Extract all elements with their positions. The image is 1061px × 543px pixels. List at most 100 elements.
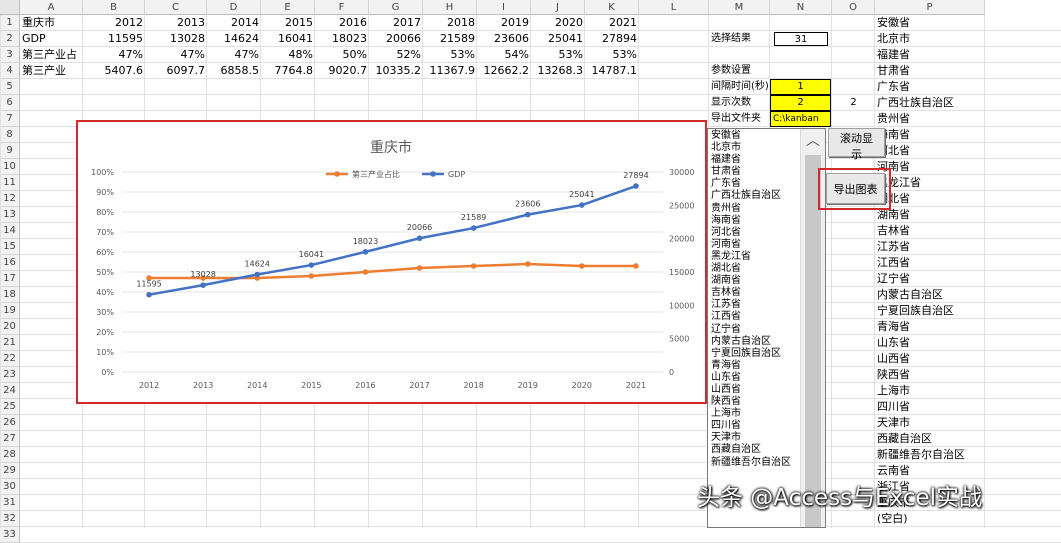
listbox-item[interactable]: 宁夏回族自治区 [711, 348, 805, 360]
province-cell[interactable]: 吉林省 [875, 223, 985, 239]
data-cell[interactable]: 52% [369, 47, 423, 63]
column-header-m[interactable]: M [709, 0, 770, 15]
row-header-4[interactable]: 4 [0, 63, 20, 79]
listbox-item[interactable]: 山西省 [711, 384, 805, 396]
row-header-31[interactable]: 31 [0, 495, 20, 511]
column-header-n[interactable]: N [770, 0, 832, 15]
year-header-cell[interactable]: 2020 [531, 15, 585, 31]
province-cell[interactable]: 山西省 [875, 351, 985, 367]
listbox-item[interactable]: 青海省 [711, 360, 805, 372]
data-cell[interactable]: 12662.2 [477, 63, 531, 79]
row-header-13[interactable]: 13 [0, 207, 20, 223]
row-header-20[interactable]: 20 [0, 319, 20, 335]
province-cell[interactable]: 辽宁省 [875, 271, 985, 287]
data-cell[interactable]: 20066 [369, 31, 423, 47]
year-header-cell[interactable]: 2019 [477, 15, 531, 31]
province-cell[interactable]: 云南省 [875, 463, 985, 479]
interval-value-cell[interactable]: 1 [770, 79, 831, 95]
data-cell[interactable]: 14787.1 [585, 63, 639, 79]
year-header-cell[interactable]: 2012 [83, 15, 145, 31]
province-cell[interactable]: 安徽省 [875, 15, 985, 31]
row-header-30[interactable]: 30 [0, 479, 20, 495]
data-cell[interactable]: 47% [207, 47, 261, 63]
column-header-a[interactable]: A [20, 0, 83, 15]
row-header-23[interactable]: 23 [0, 367, 20, 383]
data-cell[interactable]: 13028 [145, 31, 207, 47]
data-cell[interactable]: 47% [83, 47, 145, 63]
province-cell[interactable]: 宁夏回族自治区 [875, 303, 985, 319]
column-header-f[interactable]: F [315, 0, 369, 15]
data-cell[interactable]: 54% [477, 47, 531, 63]
scroll-display-button[interactable]: 滚动显示 [828, 128, 885, 161]
year-header-cell[interactable]: 2014 [207, 15, 261, 31]
data-cell[interactable]: 11367.9 [423, 63, 477, 79]
column-header-b[interactable]: B [83, 0, 145, 15]
data-cell[interactable]: 53% [531, 47, 585, 63]
export-chart-button[interactable]: 导出图表 [826, 173, 885, 204]
listbox-item[interactable]: 广西壮族自治区 [711, 190, 805, 202]
listbox-item[interactable]: 甘肃省 [711, 166, 805, 178]
data-cell[interactable]: 47% [145, 47, 207, 63]
province-cell[interactable]: 广西壮族自治区 [875, 95, 985, 111]
province-cell[interactable]: 西藏自治区 [875, 431, 985, 447]
province-cell[interactable]: 甘肃省 [875, 63, 985, 79]
listbox-item[interactable]: 河南省 [711, 239, 805, 251]
province-cell[interactable]: 北京市 [875, 31, 985, 47]
row-header-15[interactable]: 15 [0, 239, 20, 255]
data-cell[interactable]: 9020.7 [315, 63, 369, 79]
count-value-cell[interactable]: 2 [770, 95, 831, 111]
data-cell[interactable]: 53% [585, 47, 639, 63]
year-header-cell[interactable]: 2016 [315, 15, 369, 31]
data-cell[interactable]: 16041 [261, 31, 315, 47]
data-cell[interactable]: 6097.7 [145, 63, 207, 79]
province-cell[interactable]: 河南省 [875, 159, 985, 175]
listbox-item[interactable]: 福建省 [711, 154, 805, 166]
province-cell[interactable]: 福建省 [875, 47, 985, 63]
row-header-28[interactable]: 28 [0, 447, 20, 463]
listbox-item[interactable]: 辽宁省 [711, 324, 805, 336]
row-header-32[interactable]: 32 [0, 511, 20, 527]
province-cell[interactable]: (空白) [875, 511, 985, 527]
row-header-10[interactable]: 10 [0, 159, 20, 175]
row-header-17[interactable]: 17 [0, 271, 20, 287]
listbox-item[interactable]: 贵州省 [711, 203, 805, 215]
province-cell[interactable]: 江西省 [875, 255, 985, 271]
result-label[interactable]: 选择结果 [709, 31, 770, 47]
folder-label[interactable]: 导出文件夹 [709, 111, 770, 127]
row-header-25[interactable]: 25 [0, 399, 20, 415]
data-cell[interactable]: 25041 [531, 31, 585, 47]
column-header-i[interactable]: I [477, 0, 531, 15]
row-header-1[interactable]: 1 [0, 15, 20, 31]
listbox-item[interactable]: 湖北省 [711, 263, 805, 275]
column-header-g[interactable]: G [369, 0, 423, 15]
data-cell[interactable]: 7764.8 [261, 63, 315, 79]
row-header-9[interactable]: 9 [0, 143, 20, 159]
row-header-2[interactable]: 2 [0, 31, 20, 47]
chart-area[interactable]: 重庆市 0% 10% 20% 30% 40% 50% 60% 70% 80% 90% 100% 0 500… [76, 120, 707, 404]
row-header-3[interactable]: 3 [0, 47, 20, 63]
province-cell[interactable]: 青海省 [875, 319, 985, 335]
data-cell[interactable]: 13268.3 [531, 63, 585, 79]
listbox-item[interactable]: 新疆维吾尔自治区 [711, 457, 805, 469]
listbox-item[interactable]: 黑龙江省 [711, 251, 805, 263]
listbox-item[interactable]: 江西省 [711, 311, 805, 323]
listbox-item[interactable]: 湖南省 [711, 275, 805, 287]
select-all-corner[interactable] [0, 0, 20, 15]
row-header-8[interactable]: 8 [0, 127, 20, 143]
data-cell[interactable]: 50% [315, 47, 369, 63]
province-cell[interactable]: 广东省 [875, 79, 985, 95]
data-cell[interactable]: 48% [261, 47, 315, 63]
row-header-12[interactable]: 12 [0, 191, 20, 207]
province-cell[interactable]: 湖南省 [875, 207, 985, 223]
column-header-d[interactable]: D [207, 0, 261, 15]
column-header-e[interactable]: E [261, 0, 315, 15]
listbox-item[interactable]: 广东省 [711, 178, 805, 190]
year-header-cell[interactable]: 2018 [423, 15, 477, 31]
data-cell[interactable]: 53% [423, 47, 477, 63]
listbox-item[interactable]: 内蒙古自治区 [711, 336, 805, 348]
data-cell[interactable]: 5407.6 [83, 63, 145, 79]
row-header-6[interactable]: 6 [0, 95, 20, 111]
province-cell[interactable]: 江苏省 [875, 239, 985, 255]
province-cell[interactable]: 新疆维吾尔自治区 [875, 447, 985, 463]
row-header-26[interactable]: 26 [0, 415, 20, 431]
